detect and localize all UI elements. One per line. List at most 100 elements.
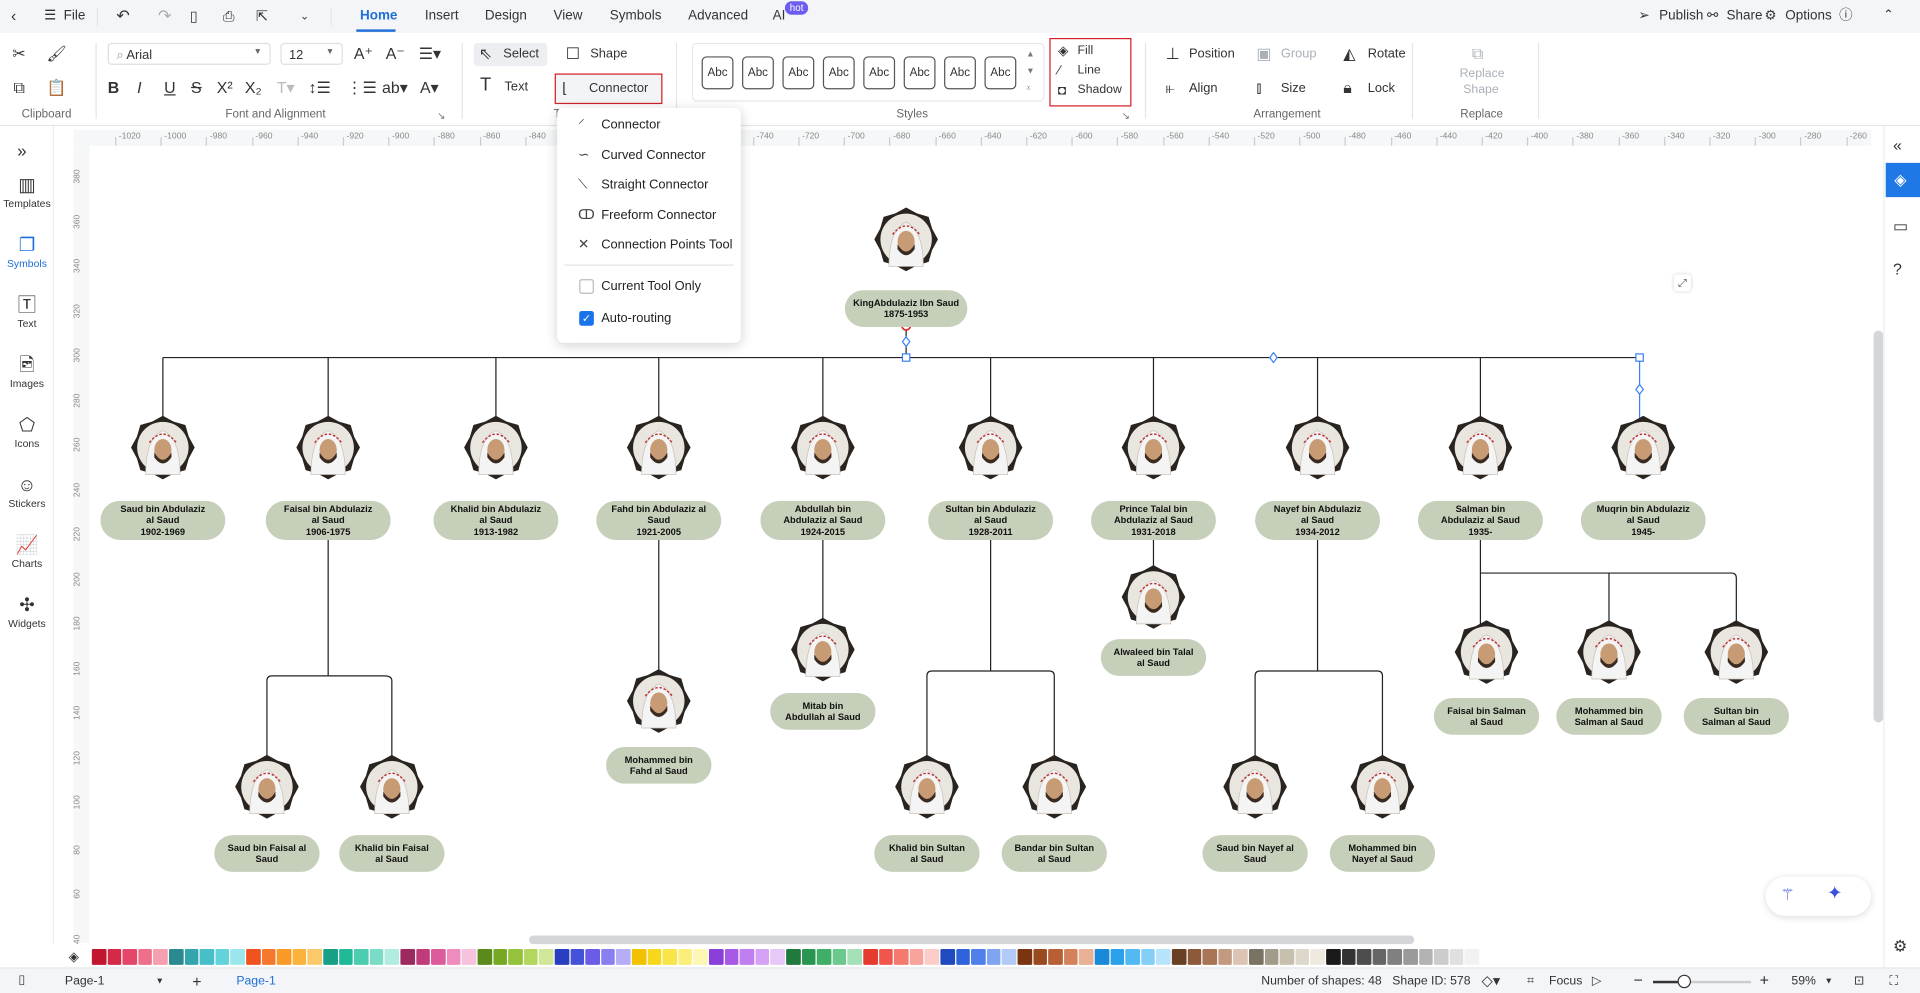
- family-node[interactable]: Mohammed bin Fahd al Saud: [606, 746, 712, 784]
- menu-option-current-tool-only[interactable]: Current Tool Only: [557, 273, 741, 300]
- color-swatch[interactable]: [662, 948, 677, 965]
- color-swatch[interactable]: [107, 948, 122, 965]
- connector[interactable]: [926, 540, 1055, 760]
- family-node[interactable]: Faisal bin Abdulaziz al Saud 1906-1975: [265, 500, 391, 541]
- color-swatch[interactable]: [1326, 948, 1341, 965]
- portrait[interactable]: [1285, 415, 1350, 486]
- color-swatch[interactable]: [1418, 948, 1433, 965]
- color-swatch[interactable]: [431, 948, 446, 965]
- family-node[interactable]: Saud bin Nayef al Saud: [1202, 835, 1308, 872]
- color-swatch[interactable]: [1125, 948, 1140, 965]
- menu-item-connection-points-tool[interactable]: ✕ Connection Points Tool: [557, 231, 741, 258]
- portrait[interactable]: [1022, 754, 1087, 825]
- portrait[interactable]: [1448, 415, 1513, 486]
- menu-item-freeform-connector[interactable]: ↀ Freeform Connector: [557, 201, 741, 228]
- color-swatch[interactable]: [477, 948, 492, 965]
- family-node[interactable]: Prince Talal bin Abdulaziz al Saud 1931-20…: [1091, 500, 1216, 541]
- color-swatch[interactable]: [1048, 948, 1063, 965]
- portrait[interactable]: [626, 415, 691, 486]
- color-swatch[interactable]: [708, 948, 724, 965]
- color-swatch[interactable]: [523, 948, 538, 965]
- portrait[interactable]: [296, 415, 361, 486]
- color-swatch[interactable]: [1002, 948, 1017, 965]
- color-swatch[interactable]: [153, 948, 168, 965]
- color-swatch[interactable]: [261, 948, 276, 965]
- portrait[interactable]: [1350, 754, 1415, 825]
- color-swatch[interactable]: [1403, 948, 1418, 965]
- family-node[interactable]: Alwaleed bin Talal al Saud: [1100, 639, 1207, 676]
- color-swatch[interactable]: [878, 948, 893, 965]
- color-swatch[interactable]: [122, 948, 137, 965]
- color-swatch[interactable]: [338, 948, 353, 965]
- color-swatch[interactable]: [246, 948, 261, 965]
- portrait[interactable]: [131, 415, 195, 486]
- color-swatch[interactable]: [816, 948, 832, 965]
- family-node[interactable]: Khalid bin Faisal al Saud: [339, 835, 445, 872]
- connector[interactable]: [1479, 540, 1737, 625]
- portrait[interactable]: [626, 669, 691, 739]
- family-node[interactable]: KingAbdulaziz Ibn Saud 1875-1953: [844, 290, 968, 327]
- portrait[interactable]: [1223, 754, 1287, 825]
- family-node[interactable]: Abdullah bin Abdulaziz al Saud 1924-2015: [760, 500, 886, 541]
- menu-item-curved-connector[interactable]: ∽ Curved Connector: [557, 141, 741, 168]
- color-swatch[interactable]: [600, 948, 616, 965]
- color-swatch[interactable]: [832, 948, 847, 965]
- portrait[interactable]: [235, 754, 299, 825]
- color-swatch[interactable]: [554, 948, 569, 965]
- color-swatch[interactable]: [971, 948, 986, 965]
- color-swatch[interactable]: [323, 948, 338, 965]
- family-node[interactable]: Saud bin Abdulaziz al Saud 1902-1969: [100, 500, 226, 541]
- color-swatch[interactable]: [184, 948, 199, 965]
- color-swatch[interactable]: [354, 948, 369, 965]
- color-swatch[interactable]: [1156, 948, 1171, 965]
- fullscreen-icon[interactable]: ⛶: [1889, 975, 1898, 988]
- color-swatch[interactable]: [384, 948, 400, 965]
- color-swatch[interactable]: [1295, 948, 1310, 965]
- family-node[interactable]: Faisal bin Salman al Saud: [1433, 697, 1540, 735]
- collapse-panel-icon[interactable]: «: [1893, 137, 1902, 154]
- color-swatch[interactable]: [570, 948, 585, 965]
- color-swatch[interactable]: [631, 948, 646, 965]
- family-node[interactable]: Khalid bin Sultan al Saud: [874, 835, 980, 872]
- portrait[interactable]: [791, 415, 855, 486]
- zoom-slider-knob[interactable]: [1677, 974, 1692, 989]
- portrait[interactable]: [1704, 620, 1769, 690]
- color-swatch[interactable]: [1032, 948, 1048, 965]
- menu-item-connector[interactable]: ⸍ Connector: [557, 111, 741, 138]
- color-swatch[interactable]: [1434, 948, 1449, 965]
- color-swatch[interactable]: [940, 948, 955, 965]
- family-node[interactable]: Mohammed bin Salman al Saud: [1556, 697, 1662, 735]
- color-swatch[interactable]: [724, 948, 739, 965]
- color-swatch[interactable]: [230, 948, 245, 965]
- menu-option-auto-routing[interactable]: ✓ Auto-routing: [557, 305, 741, 332]
- portrait[interactable]: [464, 415, 528, 486]
- color-swatch[interactable]: [1187, 948, 1202, 965]
- color-swatch[interactable]: [739, 948, 754, 965]
- family-node[interactable]: Salman bin Abdulaziz al Saud 1935-: [1417, 500, 1543, 541]
- color-swatch[interactable]: [415, 948, 430, 965]
- family-node[interactable]: Sultan bin Abdulaziz al Saud 1928-2011: [928, 500, 1054, 541]
- horizontal-scrollbar[interactable]: [528, 935, 1415, 945]
- connector[interactable]: [266, 540, 393, 760]
- color-swatch[interactable]: [199, 948, 214, 965]
- portrait[interactable]: [874, 207, 938, 278]
- color-swatch[interactable]: [1202, 948, 1217, 965]
- layers-icon[interactable]: ◇▾: [1482, 972, 1501, 989]
- vertical-scrollbar[interactable]: [1873, 330, 1884, 723]
- family-node[interactable]: Sultan bin Salman al Saud: [1683, 697, 1789, 735]
- color-swatch[interactable]: [1310, 948, 1325, 965]
- portrait[interactable]: [1611, 415, 1676, 486]
- play-icon[interactable]: ▷: [1592, 975, 1601, 988]
- color-swatch[interactable]: [1063, 948, 1078, 965]
- color-swatch[interactable]: [508, 948, 523, 965]
- focus-icon[interactable]: ⌗: [1527, 975, 1534, 988]
- checkbox[interactable]: ✓: [579, 311, 594, 326]
- portrait[interactable]: [360, 754, 424, 825]
- family-node[interactable]: Mohammed bin Nayef al Saud: [1329, 835, 1436, 872]
- color-swatch[interactable]: [539, 948, 554, 965]
- family-node[interactable]: Saud bin Faisal al Saud: [214, 835, 320, 872]
- family-node[interactable]: Muqrin bin Abdulaziz al Saud 1945-: [1580, 500, 1706, 541]
- color-swatch[interactable]: [1464, 948, 1480, 965]
- color-swatch[interactable]: [168, 948, 184, 965]
- color-swatch[interactable]: [678, 948, 693, 965]
